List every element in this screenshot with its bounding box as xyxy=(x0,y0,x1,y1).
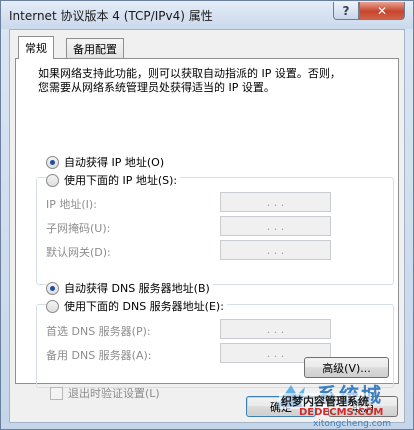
ok-button[interactable]: 确定 xyxy=(246,396,316,417)
dialog-body: 常规 备用配置 如果网络支持此功能，则可以获取自动指派的 IP 设置。否则， 您… xyxy=(9,29,405,423)
title-bar[interactable]: Internet 协议版本 4 (TCP/IPv4) 属性 ? ✕ xyxy=(1,1,413,29)
preferred-dns-field[interactable]: . . . xyxy=(220,319,331,339)
tab-alternate-config[interactable]: 备用配置 xyxy=(66,38,124,59)
cancel-button[interactable]: 取消 xyxy=(328,396,398,417)
ip-address-field[interactable]: . . . xyxy=(220,192,331,212)
dns-manual-radio-row[interactable]: 使用下面的 DNS 服务器地址(E): xyxy=(46,298,227,314)
ip-auto-radio-row[interactable]: 自动获得 IP 地址(O) xyxy=(46,154,168,170)
dns-manual-label: 使用下面的 DNS 服务器地址(E): xyxy=(64,300,224,313)
dialog-window: Internet 协议版本 4 (TCP/IPv4) 属性 ? ✕ 常规 备用配… xyxy=(0,0,414,430)
validate-settings-row[interactable]: 退出时验证设置(L) xyxy=(50,385,160,401)
ip-address-row: IP 地址(I): . . . xyxy=(46,192,386,212)
close-button[interactable]: ✕ xyxy=(359,2,405,20)
dns-auto-radio[interactable] xyxy=(46,281,59,295)
ip-manual-label: 使用下面的 IP 地址(S): xyxy=(64,174,178,187)
preferred-dns-row: 首选 DNS 服务器(P): . . . xyxy=(46,319,386,339)
tab-page-general: 如果网络支持此功能，则可以获取自动指派的 IP 设置。否则， 您需要从网络系统管… xyxy=(15,58,399,400)
dns-manual-radio[interactable] xyxy=(46,299,59,313)
default-gateway-label: 默认网关(D): xyxy=(46,246,111,259)
default-gateway-field[interactable]: . . . xyxy=(220,240,331,260)
window-title: Internet 协议版本 4 (TCP/IPv4) 属性 xyxy=(9,9,213,23)
dns-auto-radio-row[interactable]: 自动获得 DNS 服务器地址(B) xyxy=(46,280,213,296)
help-button[interactable]: ? xyxy=(333,2,359,20)
ip-auto-label: 自动获得 IP 地址(O) xyxy=(64,156,165,169)
default-gateway-row: 默认网关(D): . . . xyxy=(46,240,386,260)
preferred-dns-label: 首选 DNS 服务器(P): xyxy=(46,325,151,338)
alternate-dns-label: 备用 DNS 服务器(A): xyxy=(46,349,152,362)
advanced-button[interactable]: 高级(V)... xyxy=(304,357,389,378)
tab-general[interactable]: 常规 xyxy=(18,36,54,59)
validate-settings-label: 退出时验证设置(L) xyxy=(68,387,160,400)
description-text: 如果网络支持此功能，则可以获取自动指派的 IP 设置。否则， 您需要从网络系统管… xyxy=(38,67,341,94)
dns-auto-label: 自动获得 DNS 服务器地址(B) xyxy=(64,282,210,295)
ip-auto-radio[interactable] xyxy=(46,155,59,169)
ip-manual-radio[interactable] xyxy=(46,173,59,187)
subnet-mask-field[interactable]: . . . xyxy=(220,216,331,236)
validate-settings-checkbox[interactable] xyxy=(50,386,63,400)
ip-address-label: IP 地址(I): xyxy=(46,198,97,211)
subnet-mask-label: 子网掩码(U): xyxy=(46,222,111,235)
subnet-mask-row: 子网掩码(U): . . . xyxy=(46,216,386,236)
ip-manual-radio-row[interactable]: 使用下面的 IP 地址(S): xyxy=(46,172,181,188)
